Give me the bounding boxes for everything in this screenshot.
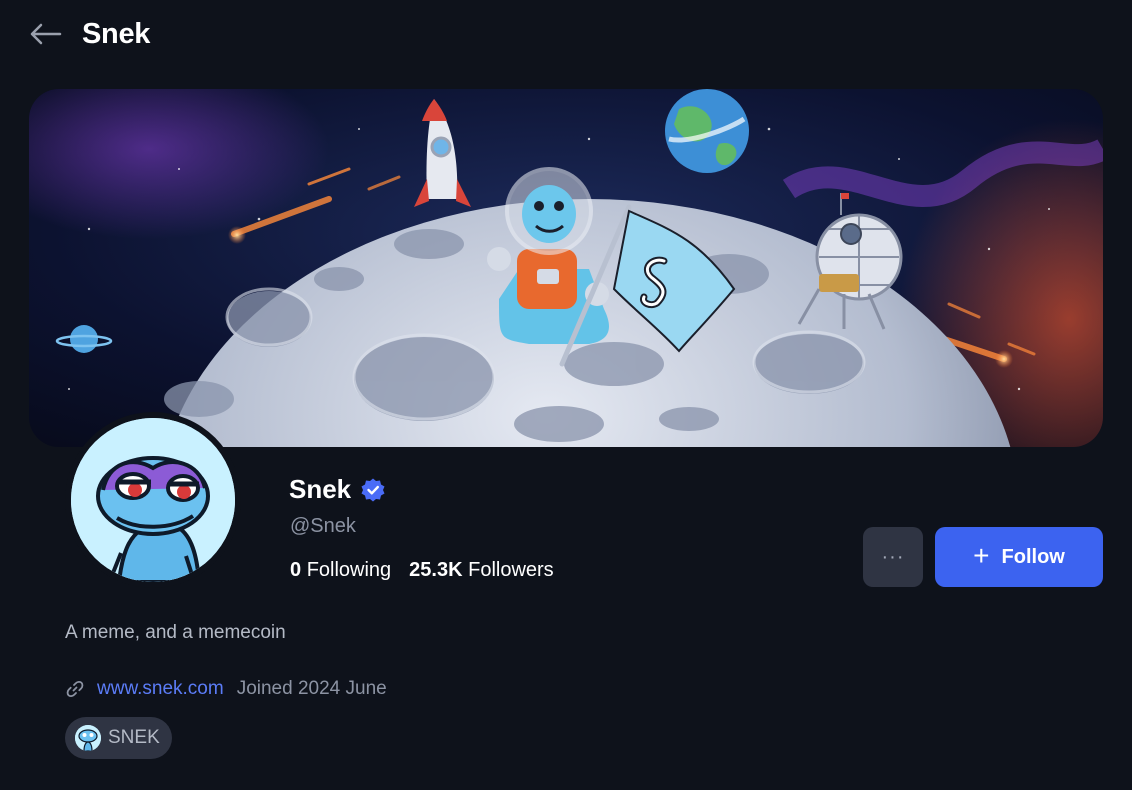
following-label: Following xyxy=(306,559,392,581)
snek-avatar-image xyxy=(71,418,235,582)
arrow-left-icon xyxy=(30,23,62,45)
followers-count: 25.3K xyxy=(409,559,463,581)
token-chip[interactable]: SNEK xyxy=(65,717,172,759)
follow-label: Follow xyxy=(1001,545,1065,568)
token-label: SNEK xyxy=(108,727,160,748)
website-link[interactable]: www.snek.com xyxy=(97,678,224,700)
link-icon xyxy=(66,680,84,698)
verified-badge-icon xyxy=(361,478,385,501)
follow-button[interactable]: + Follow xyxy=(935,527,1103,587)
following-count: 0 xyxy=(290,559,302,581)
profile-banner xyxy=(29,89,1103,447)
snek-token-icon xyxy=(75,725,101,751)
profile-page: Snek Snek @Snek 0 Following 25.3K Follow… xyxy=(0,0,1132,790)
bio: A meme, and a memecoin xyxy=(65,622,286,643)
followers-label: Followers xyxy=(468,559,554,581)
page-title: Snek xyxy=(82,17,151,50)
header: Snek xyxy=(28,14,150,54)
joined-date: Joined 2024 June xyxy=(236,678,387,699)
plus-icon: + xyxy=(973,539,990,571)
name-row: Snek xyxy=(289,474,386,505)
ellipsis-icon: ··· xyxy=(881,545,905,568)
back-button[interactable] xyxy=(28,14,68,54)
handle: @Snek xyxy=(290,515,356,537)
followers-stat[interactable]: 25.3K Followers xyxy=(409,559,554,582)
profile-stats: 0 Following 25.3K Followers xyxy=(290,559,554,582)
avatar[interactable] xyxy=(65,412,241,588)
profile-meta: www.snek.com Joined 2024 June xyxy=(65,678,387,700)
following-stat[interactable]: 0 Following xyxy=(290,559,391,582)
display-name: Snek xyxy=(289,474,352,504)
more-options-button[interactable]: ··· xyxy=(863,527,923,587)
